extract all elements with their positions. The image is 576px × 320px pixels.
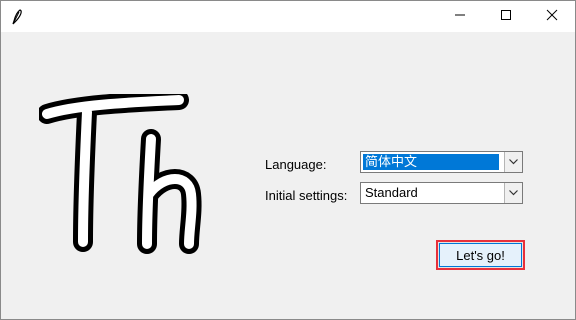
initial-settings-value: Standard — [365, 185, 418, 200]
close-icon — [546, 8, 558, 26]
feather-icon — [8, 8, 26, 26]
maximize-button[interactable] — [483, 1, 529, 32]
logo-image — [37, 90, 219, 284]
lets-go-button[interactable]: Let's go! — [436, 240, 525, 270]
language-dropdown[interactable]: 简体中文 — [360, 151, 523, 173]
lets-go-label: Let's go! — [439, 243, 522, 267]
language-label: Language: — [265, 157, 327, 172]
minimize-icon — [454, 8, 466, 26]
app-window: Language: 简体中文 Initial settings: Standar… — [0, 0, 576, 320]
minimize-button[interactable] — [437, 1, 483, 32]
maximize-icon — [500, 8, 512, 26]
chevron-down-icon[interactable] — [504, 152, 522, 172]
initial-settings-label: Initial settings: — [265, 188, 348, 203]
client-area: Language: 简体中文 Initial settings: Standar… — [1, 32, 575, 319]
chevron-down-icon[interactable] — [504, 183, 522, 203]
language-value: 简体中文 — [363, 154, 499, 170]
title-bar[interactable] — [1, 1, 575, 32]
initial-settings-dropdown[interactable]: Standard — [360, 182, 523, 204]
close-button[interactable] — [529, 1, 575, 32]
